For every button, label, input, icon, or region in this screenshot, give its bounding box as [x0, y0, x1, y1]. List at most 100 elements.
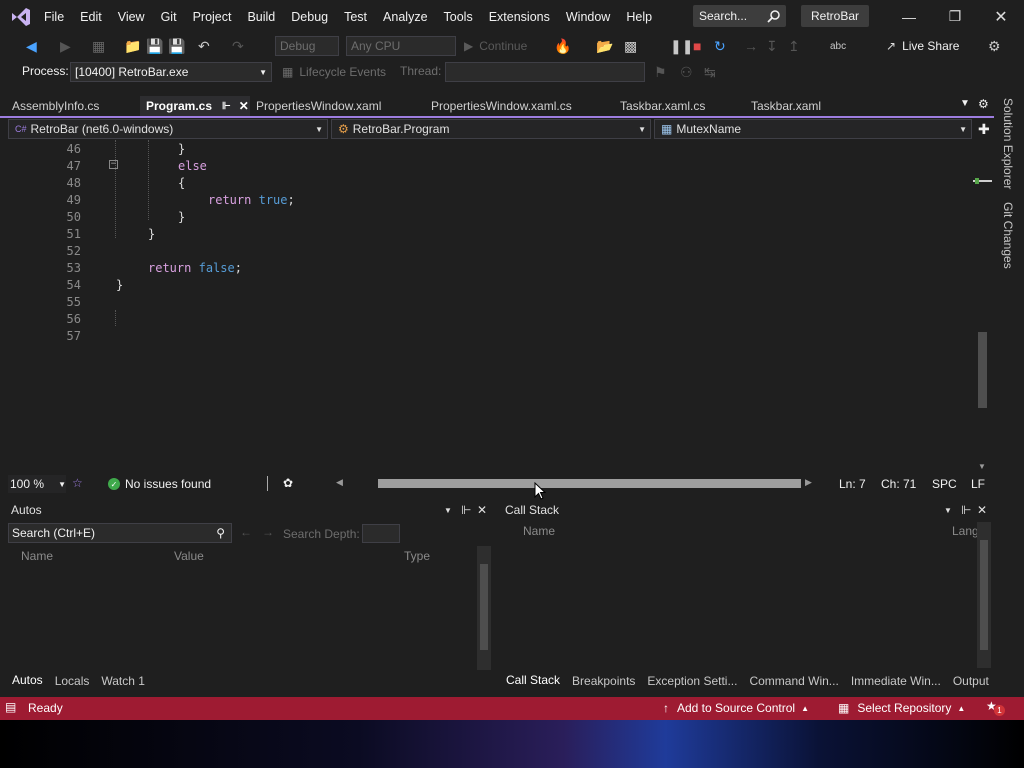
- navigate-forward-icon[interactable]: ▶: [56, 35, 75, 57]
- tab-exception-settings[interactable]: Exception Setti...: [647, 674, 737, 688]
- scrollbar-thumb[interactable]: [480, 564, 488, 650]
- spell-check-icon[interactable]: abc: [826, 35, 850, 57]
- navigate-back-icon[interactable]: ◀: [22, 35, 41, 57]
- panel-menu-icon[interactable]: ▼: [444, 506, 452, 515]
- editor-vertical-scrollbar[interactable]: ▼: [973, 140, 992, 474]
- close-icon[interactable]: ✕: [978, 0, 1024, 33]
- collapse-icon[interactable]: −: [109, 160, 118, 169]
- restart-icon[interactable]: ↻: [710, 35, 730, 57]
- step-over-icon[interactable]: →: [740, 35, 762, 57]
- tab-settings-icon[interactable]: ⚙: [978, 97, 989, 111]
- tab-immediate-window[interactable]: Immediate Win...: [851, 674, 941, 688]
- feedback-icon[interactable]: ⚙: [984, 35, 1005, 57]
- menu-project[interactable]: Project: [185, 0, 240, 33]
- menu-tools[interactable]: Tools: [436, 0, 481, 33]
- search-back-icon[interactable]: ←: [240, 525, 252, 539]
- menu-analyze[interactable]: Analyze: [375, 0, 435, 33]
- issues-indicator[interactable]: ✓ No issues found: [108, 475, 211, 493]
- tab-breakpoints[interactable]: Breakpoints: [572, 674, 635, 688]
- undo-icon[interactable]: ↶: [194, 35, 214, 57]
- pin-icon[interactable]: ⊩: [222, 101, 231, 112]
- tab-watch-1[interactable]: Watch 1: [101, 674, 145, 688]
- step-out-icon[interactable]: ↥: [784, 35, 804, 57]
- process-dropdown[interactable]: [10400] RetroBar.exe ▼: [70, 62, 272, 82]
- tab-taskbar-cs[interactable]: Taskbar.xaml.cs: [612, 96, 742, 116]
- search-depth-dropdown[interactable]: [362, 524, 400, 543]
- autos-vertical-scrollbar[interactable]: [477, 546, 491, 670]
- menu-debug[interactable]: Debug: [283, 0, 336, 33]
- live-share-button[interactable]: ↗ Live Share: [886, 35, 959, 57]
- solution-explorer-tab[interactable]: Solution Explorer: [1001, 98, 1015, 189]
- tab-program[interactable]: Program.cs ⊩ ✕: [140, 96, 250, 116]
- redo-icon[interactable]: ↷: [228, 35, 248, 57]
- menu-file[interactable]: File: [36, 0, 72, 33]
- tab-list-icon[interactable]: ▼: [960, 98, 970, 109]
- close-tab-icon[interactable]: ✕: [239, 99, 249, 113]
- column-type[interactable]: Type: [404, 549, 430, 563]
- window-layout-icon[interactable]: ▩: [620, 35, 641, 57]
- git-changes-tab[interactable]: Git Changes: [1001, 202, 1015, 269]
- column-indicator[interactable]: Ch: 71: [881, 477, 916, 491]
- horizontal-scrollbar-thumb[interactable]: [378, 479, 801, 488]
- column-name[interactable]: Name: [21, 549, 53, 563]
- restore-icon[interactable]: ❐: [932, 0, 978, 33]
- menu-test[interactable]: Test: [336, 0, 375, 33]
- notifications-button[interactable]: ★ 1: [986, 699, 1008, 717]
- split-editor-icon[interactable]: ✚: [978, 121, 990, 138]
- project-dropdown[interactable]: C# RetroBar (net6.0-windows) ▼: [8, 119, 328, 139]
- close-panel-icon[interactable]: ✕: [477, 503, 487, 517]
- menu-extensions[interactable]: Extensions: [481, 0, 558, 33]
- solution-name-badge[interactable]: RetroBar: [801, 5, 869, 27]
- pin-icon[interactable]: ⊩: [961, 503, 971, 517]
- tab-propertieswindow-cs[interactable]: PropertiesWindow.xaml.cs: [422, 96, 612, 116]
- line-ending-indicator[interactable]: LF: [971, 477, 985, 491]
- menu-view[interactable]: View: [110, 0, 153, 33]
- menu-build[interactable]: Build: [239, 0, 283, 33]
- configuration-dropdown[interactable]: Debug: [275, 36, 339, 56]
- column-language[interactable]: Lang: [952, 524, 979, 538]
- zoom-dropdown[interactable]: 100 % ▼: [8, 475, 66, 493]
- stack-frame-icon[interactable]: ↹: [700, 61, 720, 83]
- code-editor[interactable]: − 46 47 48 49 50 51 52 53 54 55 56 57 } …: [8, 140, 975, 474]
- whitespace-indicator[interactable]: SPC: [932, 477, 957, 491]
- scroll-down-icon[interactable]: ▼: [978, 462, 986, 471]
- autos-search-field[interactable]: Search (Ctrl+E) ⚲: [8, 523, 232, 543]
- search-box[interactable]: Search...: [693, 5, 786, 27]
- save-all-icon[interactable]: 💾: [164, 35, 189, 57]
- step-into-icon[interactable]: ↧: [762, 35, 782, 57]
- tab-call-stack[interactable]: Call Stack: [506, 673, 561, 689]
- output-status-icon[interactable]: ▤: [5, 700, 16, 714]
- new-project-icon[interactable]: ▦: [88, 35, 109, 57]
- member-dropdown[interactable]: ▦ MutexName ▼: [654, 119, 972, 139]
- tab-locals[interactable]: Locals: [55, 674, 90, 688]
- tab-autos[interactable]: Autos: [12, 673, 43, 689]
- continue-button[interactable]: ▶ Continue: [464, 36, 527, 56]
- column-value[interactable]: Value: [174, 549, 204, 563]
- panel-menu-icon[interactable]: ▼: [944, 506, 952, 515]
- line-indicator[interactable]: Ln: 7: [839, 477, 866, 491]
- folder-browse-icon[interactable]: 📂: [592, 35, 617, 57]
- intellicode-icon[interactable]: ☆: [72, 476, 83, 490]
- menu-help[interactable]: Help: [618, 0, 660, 33]
- lifecycle-events-button[interactable]: ▦ Lifecycle Events: [282, 62, 386, 82]
- filter-icon[interactable]: ⚇: [676, 61, 697, 83]
- flag-icon[interactable]: ⚑: [650, 61, 671, 83]
- search-forward-icon[interactable]: →: [262, 525, 274, 539]
- menu-window[interactable]: Window: [558, 0, 618, 33]
- thread-dropdown[interactable]: [445, 62, 645, 82]
- scrollbar-thumb[interactable]: [980, 540, 988, 650]
- close-panel-icon[interactable]: ✕: [977, 503, 987, 517]
- type-dropdown[interactable]: ⚙ RetroBar.Program ▼: [331, 119, 651, 139]
- minimize-icon[interactable]: —: [886, 0, 932, 33]
- code-cleanup-icon[interactable]: ✿: [283, 476, 293, 490]
- menu-git[interactable]: Git: [153, 0, 185, 33]
- add-to-source-control-button[interactable]: ↑ Add to Source Control ▲: [663, 698, 809, 718]
- menu-edit[interactable]: Edit: [72, 0, 110, 33]
- hot-reload-icon[interactable]: 🔥: [550, 35, 575, 57]
- stop-icon[interactable]: ■: [689, 35, 705, 57]
- scrollbar-thumb[interactable]: [978, 332, 987, 408]
- platform-dropdown[interactable]: Any CPU: [346, 36, 456, 56]
- tab-command-window[interactable]: Command Win...: [749, 674, 838, 688]
- column-name[interactable]: Name: [523, 524, 555, 538]
- tab-propertieswindow-xaml[interactable]: PropertiesWindow.xaml: [250, 96, 422, 116]
